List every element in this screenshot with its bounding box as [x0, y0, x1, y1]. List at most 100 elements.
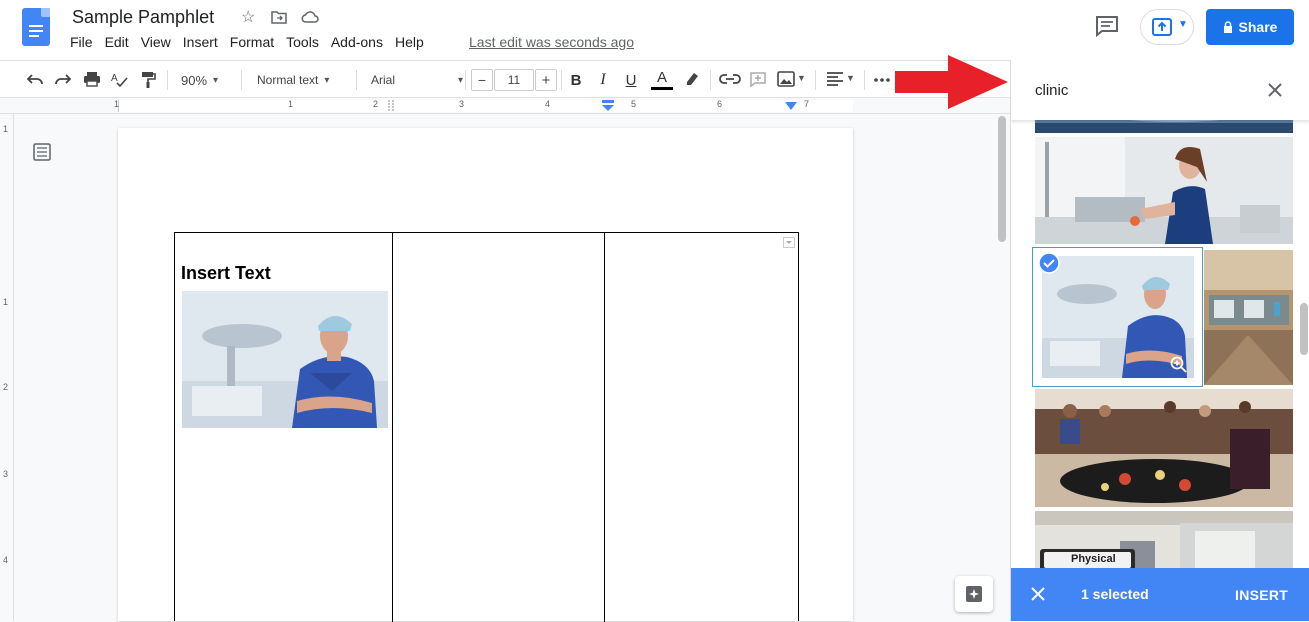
highlight-color-icon[interactable] [683, 71, 701, 87]
italic-button[interactable]: I [594, 69, 612, 91]
column-divider-handle-icon[interactable] [388, 99, 394, 113]
inserted-doctor-photo[interactable] [182, 291, 388, 428]
result-image [1204, 250, 1293, 385]
menu-add-ons[interactable]: Add-ons [331, 34, 390, 50]
physical-sign-text: Physical [1071, 553, 1116, 565]
cloud-saved-icon[interactable] [301, 10, 319, 24]
document-page[interactable]: Insert Text [118, 128, 853, 622]
result-image [1035, 137, 1293, 244]
vertical-ruler[interactable]: 1 1 2 3 4 [0, 114, 14, 621]
menu-help[interactable]: Help [395, 34, 431, 50]
google-docs-logo-icon[interactable] [22, 8, 50, 46]
ruler-number: 1 [3, 297, 9, 307]
menu-bar: File Edit View Insert Format Tools Add-o… [70, 34, 431, 50]
table-column-border [604, 233, 605, 622]
chevron-down-icon[interactable]: ▼ [846, 73, 855, 83]
zoom-select[interactable]: 90% [181, 69, 236, 91]
insert-button[interactable]: INSERT [1235, 587, 1288, 603]
font-select[interactable]: Arial [371, 69, 463, 91]
toolbar-divider [815, 70, 816, 90]
ruler-number: 1 [114, 99, 120, 109]
menu-view[interactable]: View [141, 34, 178, 50]
ruler-number: 5 [631, 99, 637, 109]
ruler-number: 4 [545, 99, 551, 109]
move-folder-icon[interactable] [271, 10, 287, 24]
add-comment-icon[interactable] [749, 71, 767, 87]
share-button[interactable]: Share [1206, 9, 1294, 45]
insert-image-icon[interactable] [777, 71, 795, 87]
paint-format-icon[interactable] [140, 71, 156, 89]
toolbar-divider [465, 70, 466, 90]
formatting-toolbar: A 90% Normal text Arial − 11 + B I U A ▼… [0, 60, 1010, 98]
menu-format[interactable]: Format [230, 34, 281, 50]
insert-link-icon[interactable] [719, 73, 741, 85]
ruler-number: 1 [288, 99, 294, 109]
image-result[interactable] [1035, 137, 1293, 244]
style-value: Normal text [257, 73, 319, 87]
toolbar-divider [710, 70, 711, 90]
lock-icon [1223, 21, 1232, 33]
image-search-panel: clinic Physical 1 selected INSERT [1010, 60, 1309, 621]
horizontal-ruler[interactable]: 1 1 2 3 4 5 6 7 [0, 98, 1010, 114]
selected-count: 1 selected [1081, 586, 1149, 602]
text-color-swatch [651, 86, 673, 90]
close-panel-icon[interactable] [1265, 80, 1285, 100]
red-arrow-annotation-icon [895, 55, 1008, 109]
document-title[interactable]: Sample Pamphlet [72, 7, 214, 28]
indent-marker-icon[interactable] [601, 100, 615, 112]
image-result[interactable] [1035, 389, 1293, 507]
image-result-selected[interactable] [1032, 247, 1203, 387]
image-result[interactable]: Physical [1035, 511, 1293, 568]
text-color-button[interactable]: A [650, 69, 674, 91]
table-cell-menu-icon[interactable] [783, 237, 795, 248]
clear-selection-icon[interactable] [1029, 585, 1047, 603]
align-left-icon[interactable] [826, 72, 844, 86]
more-options-icon[interactable] [874, 78, 890, 82]
image-search-input[interactable]: clinic [1035, 82, 1068, 99]
ruler-number: 2 [373, 99, 379, 109]
redo-icon[interactable] [54, 72, 72, 86]
cell-heading[interactable]: Insert Text [181, 263, 271, 284]
explore-sparkle-icon [966, 586, 982, 602]
menu-file[interactable]: File [70, 34, 100, 50]
font-size-input[interactable]: 11 [494, 69, 534, 91]
ruler-number: 6 [717, 99, 723, 109]
present-to-meeting-button[interactable]: ▼ [1140, 9, 1194, 45]
explore-button[interactable] [955, 576, 993, 612]
print-icon[interactable] [83, 71, 101, 87]
undo-icon[interactable] [26, 72, 44, 86]
decrease-font-size-button[interactable]: − [471, 69, 493, 91]
underline-button[interactable]: U [622, 69, 640, 91]
panel-search-bar: clinic [1011, 60, 1309, 120]
result-image [1035, 389, 1293, 507]
ruler-number: 4 [3, 555, 9, 565]
text-color-letter: A [656, 68, 667, 86]
paragraph-style-select[interactable]: Normal text [257, 69, 349, 91]
app-header: Sample Pamphlet ☆ File Edit View Insert … [0, 0, 1309, 60]
zoom-in-icon[interactable] [1170, 356, 1188, 374]
panel-scrollbar-thumb[interactable] [1300, 303, 1308, 355]
toolbar-divider [356, 70, 357, 90]
chevron-down-icon[interactable]: ▼ [797, 73, 806, 83]
comment-history-icon[interactable] [1094, 14, 1120, 38]
document-outline-icon[interactable] [33, 143, 51, 161]
star-icon[interactable]: ☆ [241, 7, 255, 27]
ruler-printable-area [118, 100, 853, 112]
pamphlet-table[interactable]: Insert Text [174, 232, 799, 622]
check-circle-icon[interactable] [1038, 252, 1060, 274]
spellcheck-icon[interactable]: A [111, 71, 129, 87]
menu-insert[interactable]: Insert [183, 34, 225, 50]
increase-font-size-button[interactable]: + [535, 69, 557, 91]
toolbar-divider [167, 70, 168, 90]
bold-button[interactable]: B [567, 69, 585, 91]
menu-edit[interactable]: Edit [105, 34, 136, 50]
toolbar-divider [864, 70, 865, 90]
doctor-photo-image [182, 291, 388, 428]
right-indent-marker-icon[interactable] [785, 102, 797, 111]
menu-tools[interactable]: Tools [286, 34, 326, 50]
last-edit-link[interactable]: Last edit was seconds ago [469, 34, 634, 50]
share-label: Share [1238, 19, 1278, 35]
image-result[interactable] [1204, 250, 1293, 385]
svg-text:A: A [111, 73, 118, 84]
document-scrollbar-thumb[interactable] [998, 116, 1006, 242]
